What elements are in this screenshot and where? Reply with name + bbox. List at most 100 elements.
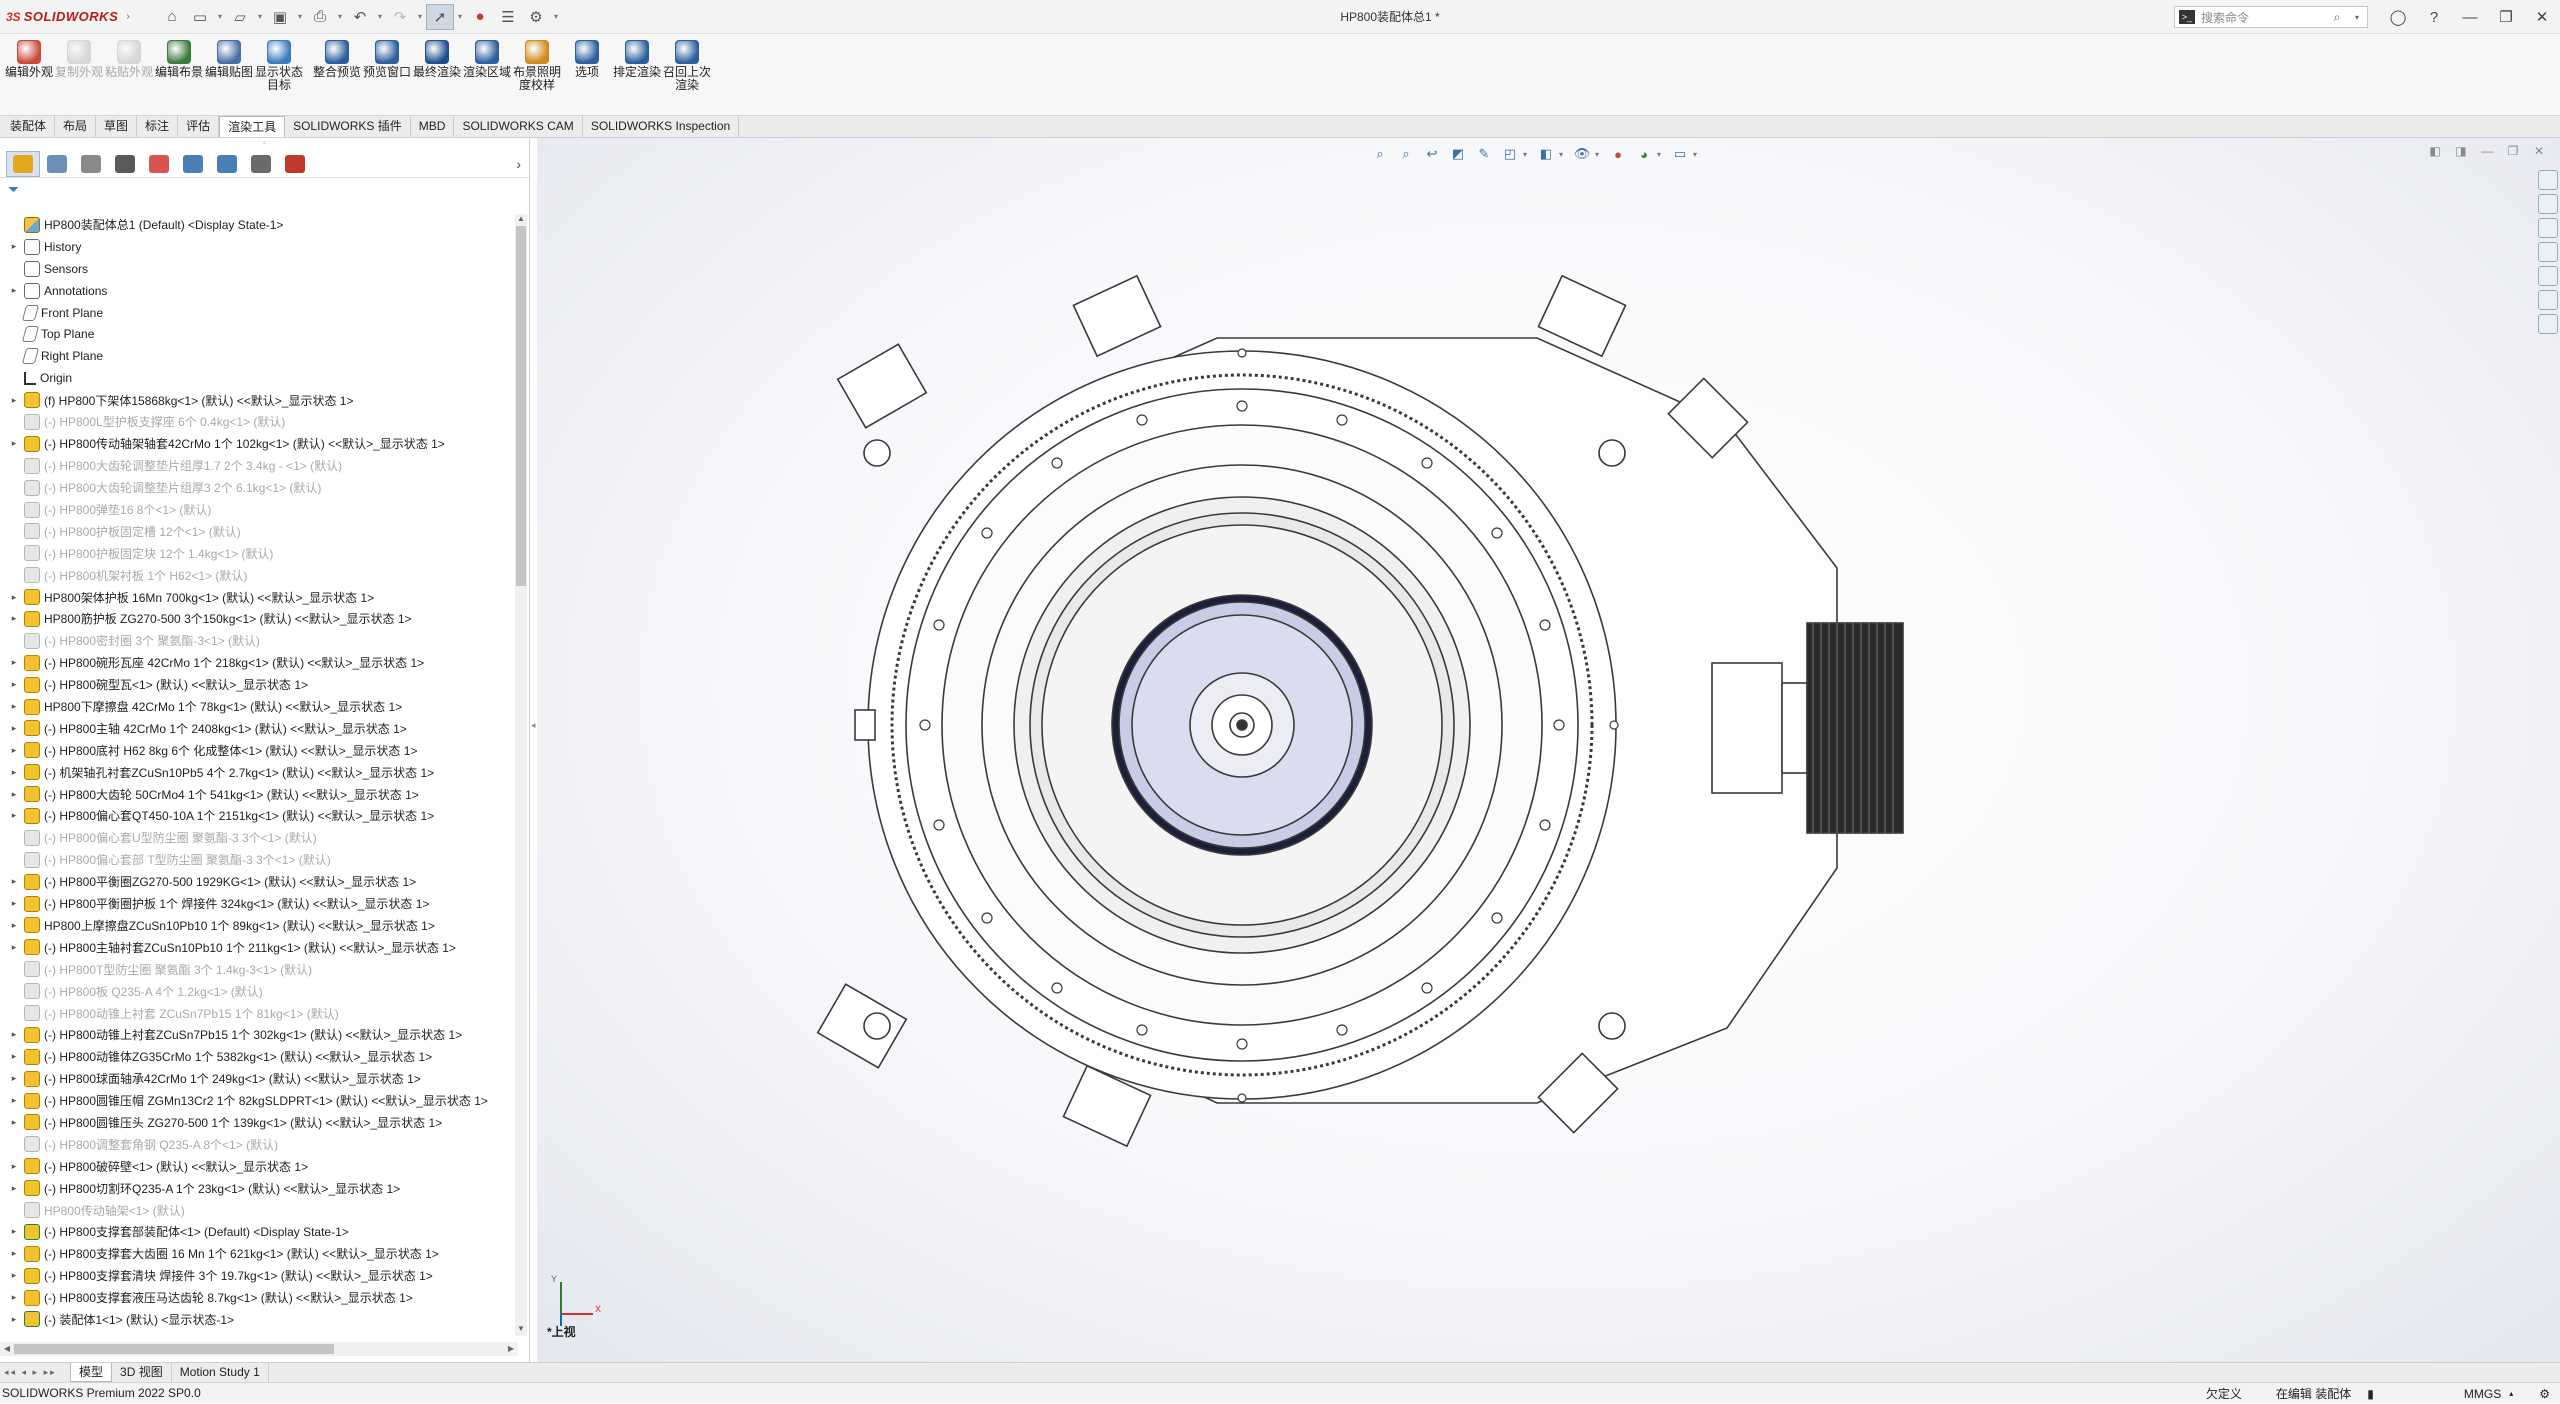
file-properties-icon[interactable]: ☰: [494, 4, 522, 30]
tab-navigation-arrows-icon[interactable]: ◂◂ ◂ ▸ ▸▸: [0, 1367, 70, 1378]
tree-item[interactable]: ▸ HP800上摩擦盘ZCuSn10Pb10 1个 89kg<1> (默认) <<…: [0, 915, 518, 937]
traffic-light-icon[interactable]: ●: [466, 4, 494, 30]
tree-item[interactable]: (-) HP800T型防尘圈 聚氨酯 3个 1.4kg-3<1> (默认): [0, 958, 518, 980]
dimxpert-tab-icon[interactable]: [108, 151, 142, 177]
tree-item[interactable]: ▸ (-) HP800圆锥压头 ZG270-500 1个 139kg<1> (默认…: [0, 1112, 518, 1134]
tree-item[interactable]: ▸ (-) HP800支撑套清块 焊接件 3个 19.7kg<1> (默认) <<…: [0, 1265, 518, 1287]
print-dropdown-icon[interactable]: ▾: [334, 12, 346, 21]
search-dropdown-icon[interactable]: ▾: [2347, 13, 2367, 22]
expand-arrow-icon[interactable]: ▸: [8, 241, 20, 252]
expand-arrow-icon[interactable]: ▸: [8, 920, 20, 931]
ribbon-button[interactable]: 召回上次渲染: [662, 34, 712, 116]
help-icon[interactable]: ?: [2416, 0, 2452, 34]
expand-arrow-icon[interactable]: ▸: [8, 657, 20, 668]
tree-item[interactable]: Sensors: [0, 258, 518, 280]
graphics-area[interactable]: ⌕ ⌕ ↩ ◩ ✎ ◰ ▾ ◧ ▾ 👁 ▾ ● ◕ ▾ ▭ ▾ ◧ ◨ — ❐ …: [537, 138, 2560, 1362]
expand-arrow-icon[interactable]: ▸: [8, 592, 20, 603]
tab-1[interactable]: 布局: [55, 116, 97, 137]
tree-item[interactable]: ▸ (-) HP800切割环Q235-A 1个 23kg<1> (默认) <<默认…: [0, 1177, 518, 1199]
ribbon-button[interactable]: 复制外观: [54, 34, 104, 116]
tree-item[interactable]: ▸ (-) HP800圆锥压帽 ZGMn13Cr2 1个 82kgSLDPRT<1…: [0, 1090, 518, 1112]
inspection-tab-icon[interactable]: [278, 151, 312, 177]
undo-icon[interactable]: ↶: [346, 4, 374, 30]
tree-item[interactable]: ▸ (-) 机架轴孔衬套ZCuSn10Pb5 4个 2.7kg<1> (默认) <…: [0, 761, 518, 783]
tree-filter[interactable]: ⏷: [0, 178, 529, 200]
expand-arrow-icon[interactable]: ▸: [8, 789, 20, 800]
expand-arrow-icon[interactable]: ▸: [8, 1226, 20, 1237]
solidworks-resources-icon[interactable]: [2538, 170, 2558, 190]
ribbon-button[interactable]: 最终渲染: [412, 34, 462, 116]
command-search[interactable]: >_ 搜索命令 ⌕ ▾: [2174, 6, 2368, 28]
tree-item[interactable]: ▸ (-) HP800碗型瓦<1> (默认) <<默认>_显示状态 1>: [0, 674, 518, 696]
tree-item[interactable]: ▸ (-) HP800支撑套液压马达齿轮 8.7kg<1> (默认) <<默认>_…: [0, 1287, 518, 1309]
tree-item[interactable]: ▸ HP800架体护板 16Mn 700kg<1> (默认) <<默认>_显示状态…: [0, 586, 518, 608]
select-cursor-icon[interactable]: ➚: [426, 3, 454, 30]
solidworks-logo[interactable]: 3S SOLIDWORKS: [0, 0, 120, 34]
appearances-scenes-icon[interactable]: [2538, 266, 2558, 286]
view-palette-icon[interactable]: [2538, 242, 2558, 262]
redo-icon[interactable]: ↷: [386, 4, 414, 30]
model-tab-0[interactable]: 模型: [70, 1363, 113, 1382]
tree-item[interactable]: ▸ History: [0, 236, 518, 258]
tree-item[interactable]: ▸ Annotations: [0, 280, 518, 302]
tab-6[interactable]: SOLIDWORKS 插件: [285, 116, 411, 137]
expand-arrow-icon[interactable]: ▸: [8, 1161, 20, 1172]
ribbon-button[interactable]: 预览窗口: [362, 34, 412, 116]
tree-item[interactable]: ▸ (-) HP800底衬 H62 8kg 6个 化成整体<1> (默认) <<默…: [0, 739, 518, 761]
tree-item[interactable]: HP800传动轴架<1> (默认): [0, 1199, 518, 1221]
expand-arrow-icon[interactable]: ▸: [8, 1117, 20, 1128]
tree-item[interactable]: (-) HP800大齿轮调整垫片组厚1.7 2个 3.4kg - <1> (默认…: [0, 455, 518, 477]
minimize-icon[interactable]: —: [2452, 0, 2488, 34]
ribbon-button[interactable]: 编辑外观: [4, 34, 54, 116]
crusher-assembly-model[interactable]: [537, 138, 2537, 1362]
expand-arrow-icon[interactable]: ▸: [8, 701, 20, 712]
ribbon-button[interactable]: 粘贴外观: [104, 34, 154, 116]
tree-item[interactable]: (-) HP800偏心套U型防尘圈 聚氨酯-3 3个<1> (默认): [0, 827, 518, 849]
custom-properties-icon[interactable]: [2538, 290, 2558, 310]
expand-arrow-icon[interactable]: ▸: [8, 1073, 20, 1084]
tree-item[interactable]: ▸ (-) HP800大齿轮 50CrMo4 1个 541kg<1> (默认) <…: [0, 783, 518, 805]
cam-operation-tab-icon[interactable]: [210, 151, 244, 177]
expand-arrow-icon[interactable]: ▸: [8, 395, 20, 406]
expand-arrow-icon[interactable]: ▸: [8, 942, 20, 953]
propertymanager-tab-icon[interactable]: [40, 151, 74, 177]
expand-arrow-icon[interactable]: ▸: [8, 1183, 20, 1194]
configurationmanager-tab-icon[interactable]: [74, 151, 108, 177]
print-icon[interactable]: ⎙: [306, 4, 334, 30]
expand-arrow-icon[interactable]: ▸: [8, 438, 20, 449]
select-dropdown-icon[interactable]: ▾: [454, 12, 466, 21]
tree-item[interactable]: (-) HP800动锥上衬套 ZCuSn7Pb15 1个 81kg<1> (默认…: [0, 1002, 518, 1024]
unit-dropdown-icon[interactable]: ▴: [2509, 1389, 2513, 1398]
tab-8[interactable]: SOLIDWORKS CAM: [454, 116, 583, 137]
tree-item[interactable]: (-) HP800护板固定槽 12个<1> (默认): [0, 520, 518, 542]
tab-0[interactable]: 装配体: [2, 116, 56, 137]
expand-arrow-icon[interactable]: ▸: [8, 1314, 20, 1325]
tree-item[interactable]: (-) HP800弹垫16 8个<1> (默认): [0, 499, 518, 521]
expand-arrow-icon[interactable]: ▸: [8, 1095, 20, 1106]
expand-arrow-icon[interactable]: ▸: [8, 898, 20, 909]
tab-9[interactable]: SOLIDWORKS Inspection: [583, 116, 740, 137]
tree-item[interactable]: ▸ (f) HP800下架体15868kg<1> (默认) <<默认>_显示状态 …: [0, 389, 518, 411]
tree-item[interactable]: ▸ (-) HP800球面轴承42CrMo 1个 249kg<1> (默认) <<…: [0, 1068, 518, 1090]
scroll-down-icon[interactable]: ▼: [515, 1324, 527, 1336]
expand-arrow-icon[interactable]: ▸: [8, 723, 20, 734]
expand-arrow-icon[interactable]: ▸: [8, 1292, 20, 1303]
expand-arrow-icon[interactable]: ▸: [8, 1270, 20, 1281]
model-tab-2[interactable]: Motion Study 1: [172, 1363, 269, 1382]
tree-item[interactable]: ▸ (-) HP800支撑套部装配体<1> (Default) <Display …: [0, 1221, 518, 1243]
expand-arrow-icon[interactable]: ▸: [8, 876, 20, 887]
tab-7[interactable]: MBD: [411, 116, 455, 137]
logo-menu-arrow-icon[interactable]: ›: [120, 11, 136, 22]
tab-4[interactable]: 评估: [178, 116, 220, 137]
restore-icon[interactable]: ❐: [2488, 0, 2524, 34]
displaymanager-tab-icon[interactable]: [142, 151, 176, 177]
search-icon[interactable]: ⌕: [2327, 10, 2347, 25]
tree-item[interactable]: ▸ (-) HP800破碎壁<1> (默认) <<默认>_显示状态 1>: [0, 1155, 518, 1177]
solidworks-forum-icon[interactable]: [2538, 314, 2558, 334]
scroll-thumb[interactable]: [14, 1344, 334, 1354]
cam-feature-tab-icon[interactable]: [176, 151, 210, 177]
tree-item[interactable]: ▸ (-) HP800偏心套QT450-10A 1个 2151kg<1> (默认)…: [0, 805, 518, 827]
ribbon-button[interactable]: 渲染区域: [462, 34, 512, 116]
panel-grip-icon[interactable]: ◦: [0, 138, 529, 150]
expand-arrow-icon[interactable]: ▸: [8, 679, 20, 690]
